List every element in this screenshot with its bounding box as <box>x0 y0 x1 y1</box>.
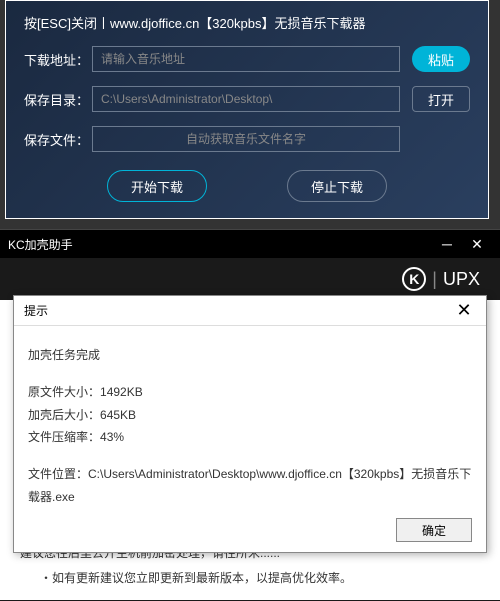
size-info: 原文件大小：1492KB 加壳后大小：645KB 文件压缩率：43% <box>28 381 472 449</box>
dialog-title: 提示 <box>24 302 452 319</box>
orig-size-value: 1492KB <box>100 385 143 399</box>
downloader-window: 按[ESC]关闭丨www.djoffice.cn【320kpbs】无损音乐下载器… <box>5 0 489 219</box>
message-dialog: 提示 ✕ 加壳任务完成 原文件大小：1492KB 加壳后大小：645KB 文件压… <box>13 295 487 553</box>
path-info: 文件位置：C:\Users\Administrator\Desktop\www.… <box>28 463 472 509</box>
task-done-text: 加壳任务完成 <box>28 344 472 367</box>
dialog-titlebar: 提示 ✕ <box>14 296 486 326</box>
dir-label: 保存目录： <box>24 90 92 109</box>
action-buttons: 开始下载 停止下载 <box>24 170 470 202</box>
kc-header: K | UPX <box>0 258 500 300</box>
minimize-icon[interactable]: ─ <box>432 236 462 252</box>
path-value: C:\Users\Administrator\Desktop\www.djoff… <box>28 467 471 504</box>
dialog-buttons: 确定 <box>396 518 472 542</box>
path-label: 文件位置： <box>28 467 88 481</box>
ratio-label: 文件压缩率： <box>28 430 100 444</box>
packed-size-value: 645KB <box>100 408 136 422</box>
file-label: 保存文件： <box>24 130 92 149</box>
open-button[interactable]: 打开 <box>412 86 470 112</box>
stop-download-button[interactable]: 停止下载 <box>287 170 387 202</box>
dir-row: 保存目录： 打开 <box>24 86 470 112</box>
file-row: 保存文件： <box>24 126 470 152</box>
ratio-value: 43% <box>100 430 124 444</box>
file-input[interactable] <box>92 126 400 152</box>
orig-size-label: 原文件大小： <box>28 385 100 399</box>
kc-title: KC加壳助手 <box>8 236 432 253</box>
kc-footer-2: ・如有更新建议您立即更新到最新版本，以提高优化效率。 <box>20 565 480 590</box>
ok-button[interactable]: 确定 <box>396 518 472 542</box>
close-icon[interactable]: ✕ <box>462 236 492 253</box>
url-label: 下载地址： <box>24 50 92 69</box>
url-input[interactable] <box>92 46 400 72</box>
paste-button[interactable]: 粘贴 <box>412 46 470 72</box>
kc-brand: UPX <box>443 269 480 290</box>
start-download-button[interactable]: 开始下载 <box>107 170 207 202</box>
dir-input[interactable] <box>92 86 400 112</box>
url-row: 下载地址： 粘贴 <box>24 46 470 72</box>
downloader-title: 按[ESC]关闭丨www.djoffice.cn【320kpbs】无损音乐下载器 <box>24 13 470 32</box>
kc-titlebar: KC加壳助手 ─ ✕ <box>0 230 500 258</box>
watermark: 软件之家 <box>424 571 488 595</box>
kc-logo: K | UPX <box>402 267 480 291</box>
dialog-close-icon[interactable]: ✕ <box>452 300 476 321</box>
kc-logo-icon: K <box>402 267 426 291</box>
dialog-body: 加壳任务完成 原文件大小：1492KB 加壳后大小：645KB 文件压缩率：43… <box>14 326 486 533</box>
packed-size-label: 加壳后大小： <box>28 408 100 422</box>
